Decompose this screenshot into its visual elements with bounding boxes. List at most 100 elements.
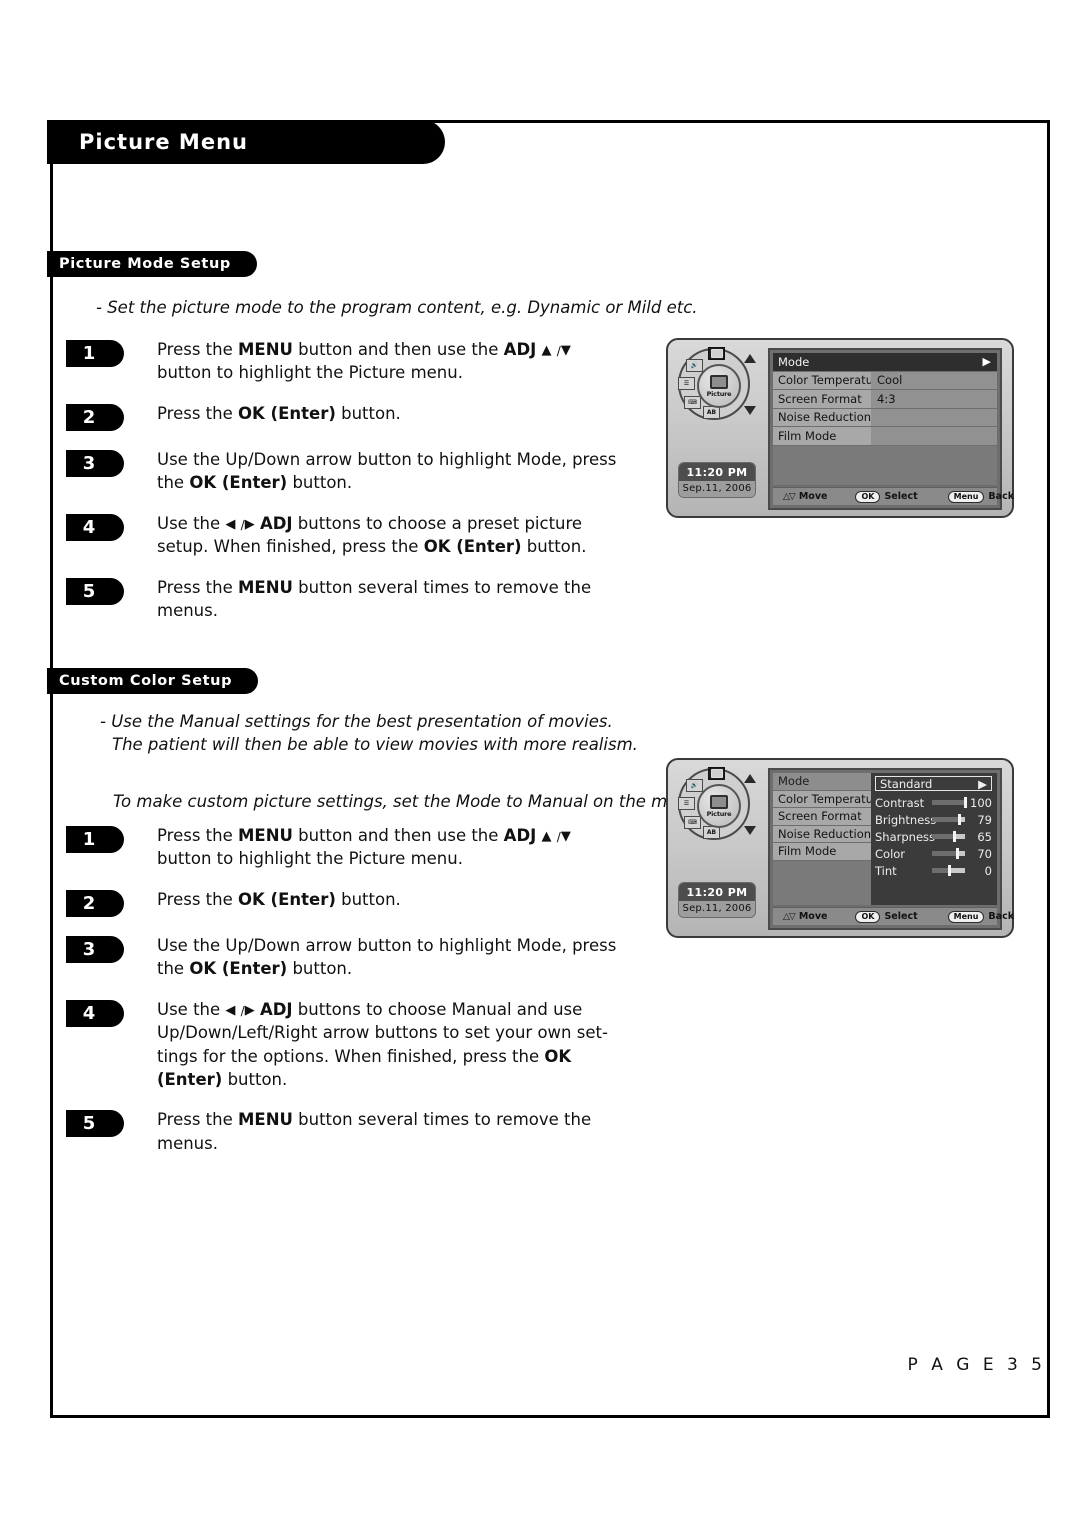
move-label: Move xyxy=(798,491,828,502)
ok-button[interactable]: OK xyxy=(855,490,881,503)
slider-label: Contrast xyxy=(875,795,925,810)
section-badge-label: Picture Mode Setup xyxy=(59,256,231,272)
section-intro-picture-mode: - Set the picture mode to the program co… xyxy=(96,298,698,317)
slider-knob[interactable] xyxy=(955,848,959,859)
section-intro-custom-color-b: To make custom picture settings, set the… xyxy=(113,792,704,811)
slider-row[interactable]: Sharpness 65 xyxy=(875,828,992,845)
wheel-arrow-up-icon[interactable] xyxy=(744,354,756,363)
slider-track[interactable] xyxy=(932,814,965,825)
screen-icon[interactable] xyxy=(708,767,725,780)
slider-knob[interactable] xyxy=(964,797,967,808)
step-text: Press the MENU button and then use the A… xyxy=(157,826,571,869)
osd-menu-row-label[interactable]: Film Mode xyxy=(773,843,871,861)
step-item: 3 Use the Up/Down arrow button to highlig… xyxy=(66,934,627,981)
wheel-arrow-down-icon[interactable] xyxy=(744,826,756,835)
step-number-badge: 3 xyxy=(66,935,124,963)
slider-value: 100 xyxy=(970,795,992,810)
slider-label: Color xyxy=(875,846,906,861)
volume-icon[interactable]: 🔊 xyxy=(686,359,703,372)
osd-menu-row[interactable]: Film Mode xyxy=(773,427,997,446)
step-number-badge: 1 xyxy=(66,826,124,853)
tv-left-controls: 🔊 ☰ ⌨ AB Picture 11:20 PM Sep.11, 2006 xyxy=(676,346,762,510)
slider-knob[interactable] xyxy=(953,831,957,842)
clock-box: 11:20 PM Sep.11, 2006 xyxy=(678,462,756,498)
osd-menu-row-label[interactable]: Noise Reduction xyxy=(773,825,871,843)
step-text: Press the MENU button several times to r… xyxy=(157,1110,592,1153)
slider-track[interactable] xyxy=(932,865,965,876)
screen-icon[interactable] xyxy=(708,347,725,360)
volume-icon[interactable]: 🔊 xyxy=(686,779,703,792)
section-badge-custom-color-setup: Custom Color Setup xyxy=(47,668,259,694)
menu-wheel[interactable]: 🔊 ☰ ⌨ AB Picture xyxy=(678,347,756,426)
wheel-arrow-up-icon[interactable] xyxy=(744,774,756,783)
menu-button[interactable]: Menu xyxy=(947,910,985,923)
osd-manual-body: Mode Color Temperature Screen Format Noise … xyxy=(773,773,997,905)
antenna-icon[interactable]: ☰ xyxy=(678,797,695,810)
caption-icon[interactable]: ⌨ xyxy=(684,816,701,829)
page-number: P A G E 3 5 xyxy=(907,1355,1046,1375)
step-text: Press the MENU button several times to r… xyxy=(157,577,592,620)
osd-panel-1: Mode ▶ Color Temperature Cool Screen Format 4… xyxy=(768,348,1014,510)
menu-wheel[interactable]: 🔊 ☰ ⌨ AB Picture xyxy=(678,767,756,846)
step-item: 4 Use the ◀ /▶ ADJ buttons to choose Manu… xyxy=(66,998,627,1092)
antenna-icon[interactable]: ☰ xyxy=(678,377,695,390)
mode-value-box[interactable]: Standard ▶ xyxy=(875,776,992,791)
move-arrows-icon: △▽ xyxy=(783,911,796,922)
step-number-badge: 4 xyxy=(66,999,124,1027)
slider-label: Sharpness xyxy=(875,829,936,844)
osd-footer-2: △▽ Move OK Select Menu Back xyxy=(773,907,1014,925)
step-item: 4 Use the ◀ /▶ ADJ buttons to choose a pr… xyxy=(66,512,627,559)
step-number-badge: 5 xyxy=(66,577,124,605)
slider-row[interactable]: Contrast 100 xyxy=(875,794,992,811)
osd-menu-row[interactable]: Noise Reduction xyxy=(773,408,997,427)
mode-value: Standard xyxy=(880,776,933,791)
osd-menu-row[interactable]: Screen Format 4:3 xyxy=(773,390,997,409)
slider-track[interactable] xyxy=(932,831,965,842)
clock-time: 11:20 PM xyxy=(679,463,755,481)
ok-button[interactable]: OK xyxy=(855,910,881,923)
wheel-hub-picture[interactable]: Picture xyxy=(697,784,741,828)
wheel-hub-label: Picture xyxy=(706,809,732,818)
osd-menu-row[interactable]: Color Temperature Cool xyxy=(773,371,997,390)
osd-menu-row[interactable]: Mode ▶ xyxy=(773,353,997,372)
slider-knob[interactable] xyxy=(947,865,951,876)
tv-illustration-picture-menu: 🔊 ☰ ⌨ AB Picture 11:20 PM Sep.11, 2006 M… xyxy=(666,338,1014,518)
osd-row-value xyxy=(871,427,997,445)
step-text: Press the MENU button and then use the A… xyxy=(157,340,571,383)
caption-icon[interactable]: ⌨ xyxy=(684,396,701,409)
slider-row[interactable]: Tint 0 xyxy=(875,862,992,879)
picture-icon xyxy=(710,374,728,389)
step-item: 2 Press the OK (Enter) button. xyxy=(66,888,627,917)
osd-menu-row-label[interactable]: Screen Format xyxy=(773,808,871,826)
menu-button[interactable]: Menu xyxy=(947,490,985,503)
footer-select: OK Select xyxy=(855,490,918,503)
section-badge-picture-mode-setup: Picture Mode Setup xyxy=(47,251,257,277)
slider-track[interactable] xyxy=(932,848,965,859)
slider-row[interactable]: Brightness 79 xyxy=(875,811,992,828)
slider-value: 65 xyxy=(977,829,992,844)
page-title-banner: Picture Menu xyxy=(47,120,445,164)
osd-menu-row-label[interactable]: Mode xyxy=(773,773,871,791)
step-text: Use the Up/Down arrow button to highligh… xyxy=(157,935,617,979)
step-item: 2 Press the OK (Enter) button. xyxy=(66,402,627,431)
osd-row-label: Mode xyxy=(773,353,871,371)
step-item: 1 Press the MENU button and then use the … xyxy=(66,338,627,385)
tv-left-controls: 🔊 ☰ ⌨ AB Picture 11:20 PM Sep.11, 2006 xyxy=(676,766,762,930)
step-text: Use the Up/Down arrow button to highligh… xyxy=(157,449,617,493)
chevron-right-icon: ▶ xyxy=(978,776,987,791)
osd-row-value: Cool xyxy=(871,371,997,389)
slider-value: 79 xyxy=(977,812,992,827)
wheel-arrow-down-icon[interactable] xyxy=(744,406,756,415)
footer-back: Menu Back xyxy=(947,490,1015,503)
osd-manual-settings: Standard ▶ Contrast 100 Brightness 79 Sharpn… xyxy=(871,773,997,905)
slider-row[interactable]: Color 70 xyxy=(875,845,992,862)
wheel-hub-picture[interactable]: Picture xyxy=(697,364,741,408)
move-arrows-icon: △▽ xyxy=(783,491,796,502)
slider-track[interactable] xyxy=(932,797,967,808)
osd-menu-labels: Mode Color Temperature Screen Format Noise … xyxy=(773,773,885,905)
back-label: Back xyxy=(988,911,1015,922)
slider-knob[interactable] xyxy=(958,814,962,825)
back-label: Back xyxy=(988,491,1015,502)
clock-date: Sep.11, 2006 xyxy=(679,481,755,497)
osd-menu-row-label[interactable]: Color Temperature xyxy=(773,790,885,808)
